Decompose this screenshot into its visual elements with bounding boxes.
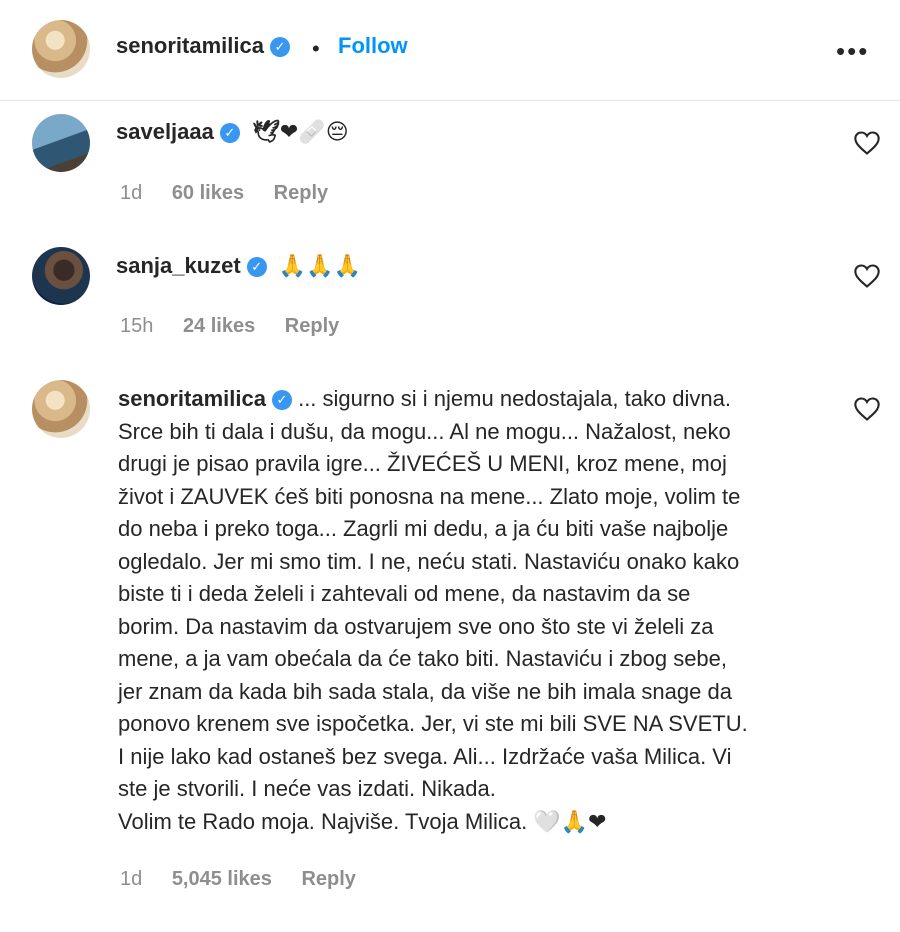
reply-button[interactable]: Reply xyxy=(285,315,339,337)
avatar[interactable] xyxy=(32,247,90,305)
post-author[interactable]: senoritamilica ✓ xyxy=(116,33,290,59)
heart-outline-icon[interactable] xyxy=(853,396,881,422)
reply-button[interactable]: Reply xyxy=(274,182,328,204)
verified-badge-icon: ✓ xyxy=(246,257,267,278)
heart-outline-icon[interactable] xyxy=(853,263,881,289)
reply-button[interactable]: Reply xyxy=(301,868,355,890)
comment-line: Srce bih ti dala i dušu, da mogu... Al n… xyxy=(118,418,731,444)
username[interactable]: sanja_kuzet xyxy=(116,253,241,278)
comment-meta: 15h 24 likes Reply xyxy=(120,315,363,338)
timestamp: 1d xyxy=(120,868,143,890)
avatar[interactable] xyxy=(32,20,90,78)
comment-author: saveljaaa ✓ 🕊❤🩹😔 xyxy=(116,119,349,145)
likes-count[interactable]: 24 likes xyxy=(183,315,255,337)
username[interactable]: saveljaaa xyxy=(116,119,214,144)
comment-line: I nije lako kad ostaneš bez svega. Ali..… xyxy=(118,743,732,769)
likes-count[interactable]: 5,045 likes xyxy=(172,868,272,890)
separator-dot: • xyxy=(312,36,320,61)
avatar[interactable] xyxy=(32,380,90,438)
comment-body: senoritamilica ✓ ... sigurno si i njemu n… xyxy=(118,383,838,838)
comment-line: ponovo krenem sve ispočetka. Jer, vi ste… xyxy=(118,711,748,736)
comment-line: ste je stvorili. I neće vas izdati. Nika… xyxy=(118,776,496,801)
username[interactable]: senoritamilica xyxy=(116,33,264,58)
timestamp: 1d xyxy=(120,182,143,204)
post-header: senoritamilica ✓ • Follow ••• xyxy=(0,0,900,101)
verified-badge-icon: ✓ xyxy=(219,123,240,144)
comment-meta: 1d 60 likes Reply xyxy=(120,182,352,205)
comment-line: borim. Da nastavim da ostvarujem sve ono… xyxy=(118,613,714,639)
verified-badge-icon: ✓ xyxy=(271,390,292,411)
heart-outline-icon[interactable] xyxy=(853,130,881,156)
comment-author: sanja_kuzet ✓ 🙏🙏🙏 xyxy=(116,253,361,279)
more-options-icon[interactable]: ••• xyxy=(836,36,869,67)
username[interactable]: senoritamilica xyxy=(118,386,266,411)
comment-line: drugi je pisao pravila igre... ŽIVEĆEŠ U… xyxy=(118,451,727,476)
comment-line: mene, a ja vam obećala da će tako biti. … xyxy=(118,646,728,671)
comment-text: 🕊❤🩹😔 xyxy=(252,120,349,145)
timestamp: 15h xyxy=(120,315,154,337)
verified-badge-icon: ✓ xyxy=(269,37,290,58)
comment-line: ... sigurno si i njemu nedostajala, tako… xyxy=(298,386,731,411)
comment-line: život i ZAUVEK ćeš biti ponosna na mene.… xyxy=(118,483,741,509)
comment-line: biste ti i deda želeli i zahtevali od me… xyxy=(118,581,691,606)
likes-count[interactable]: 60 likes xyxy=(172,182,244,204)
comment-meta: 1d 5,045 likes Reply xyxy=(120,868,380,891)
comment-line: Volim te Rado moja. Najviše. Tvoja Milic… xyxy=(118,808,607,834)
avatar[interactable] xyxy=(32,114,90,172)
follow-button[interactable]: Follow xyxy=(338,33,408,59)
comment-line: do neba i preko toga... Zagrli mi dedu, … xyxy=(118,516,729,541)
comment-text: 🙏🙏🙏 xyxy=(278,254,362,279)
comment-line: jer znam da kada bih sada stala, da više… xyxy=(118,678,732,704)
comment-line: ogledalo. Jer mi smo tim. I ne, neću sta… xyxy=(118,548,740,574)
